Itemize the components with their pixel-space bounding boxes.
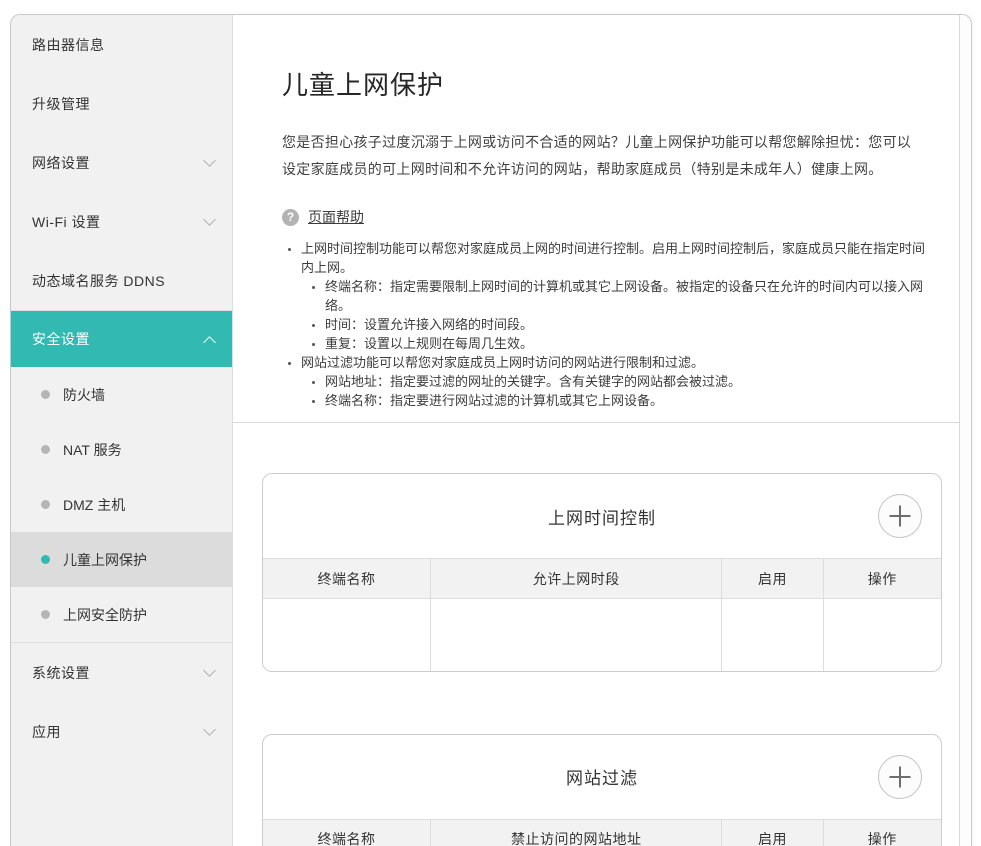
- question-icon: ?: [282, 209, 299, 226]
- sidebar-subitem-nat-service[interactable]: NAT 服务: [11, 422, 232, 477]
- sidebar-item-ddns[interactable]: 动态域名服务 DDNS: [11, 251, 232, 310]
- bullet-dot-icon: [41, 555, 50, 564]
- sidebar-item-upgrade[interactable]: 升级管理: [11, 74, 232, 133]
- sidebar-subitem-firewall[interactable]: 防火墙: [11, 367, 232, 422]
- help-subitem: 网站地址：指定要过滤的网址的关键字。含有关键字的网站都会被过滤。: [325, 372, 925, 391]
- sidebar-subitem-label: 防火墙: [63, 385, 105, 405]
- help-sublist: 终端名称：指定需要限制上网时间的计算机或其它上网设备。被指定的设备只在允许的时间…: [301, 277, 925, 353]
- sidebar-subitem-label: 上网安全防护: [63, 605, 147, 625]
- time-control-table: 终端名称 允许上网时段 启用 操作: [263, 558, 941, 671]
- empty-cell: [722, 599, 823, 671]
- bullet-dot-icon: [41, 610, 50, 619]
- help-bullet-list: 上网时间控制功能可以帮您对家庭成员上网的时间进行控制。启用上网时间控制后，家庭成…: [282, 239, 925, 410]
- add-time-rule-button[interactable]: [878, 494, 922, 538]
- website-filter-card-header: 网站过滤: [263, 735, 941, 819]
- sidebar-item-wifi-settings[interactable]: Wi-Fi 设置: [11, 192, 232, 251]
- sidebar-subitem-label: 儿童上网保护: [63, 550, 147, 570]
- chevron-down-icon: [203, 723, 216, 736]
- sidebar-item-label: 网络设置: [32, 153, 90, 173]
- sidebar-subitem-child-protection[interactable]: 儿童上网保护: [11, 532, 232, 587]
- sidebar: 路由器信息 升级管理 网络设置 Wi-Fi 设置 动态域名服务 DDNS 安全设…: [11, 15, 233, 846]
- column-header-actions: 操作: [823, 559, 941, 599]
- page-help-link[interactable]: 页面帮助: [308, 207, 364, 227]
- bullet-dot-icon: [41, 500, 50, 509]
- column-header-device-name: 终端名称: [263, 559, 430, 599]
- empty-cell: [430, 599, 722, 671]
- column-header-blocked-sites: 禁止访问的网站地址: [430, 819, 722, 846]
- column-header-enable: 启用: [722, 819, 823, 846]
- column-header-actions: 操作: [823, 819, 941, 846]
- column-header-allowed-time: 允许上网时段: [430, 559, 722, 599]
- table-header-row: 终端名称 禁止访问的网站地址 启用 操作: [263, 819, 941, 846]
- column-header-device-name: 终端名称: [263, 819, 430, 846]
- time-control-card-header: 上网时间控制: [263, 474, 941, 558]
- empty-cell: [263, 599, 430, 671]
- sidebar-subitem-online-security[interactable]: 上网安全防护: [11, 587, 232, 642]
- sidebar-item-label: 系统设置: [32, 663, 90, 683]
- section-divider: [233, 422, 959, 423]
- website-filter-card: 网站过滤 终端名称 禁止访问的网站地址 启用 操作: [262, 734, 942, 846]
- sidebar-item-network-settings[interactable]: 网络设置: [11, 133, 232, 192]
- sidebar-item-system-settings[interactable]: 系统设置: [11, 643, 232, 702]
- scrollbar-track[interactable]: [959, 15, 971, 846]
- help-item: 上网时间控制功能可以帮您对家庭成员上网的时间进行控制。启用上网时间控制后，家庭成…: [301, 239, 925, 353]
- empty-cell: [823, 599, 941, 671]
- main-content: 儿童上网保护 您是否担心孩子过度沉溺于上网或访问不合适的网站？儿童上网保护功能可…: [233, 15, 959, 846]
- page-help-row: ? 页面帮助: [282, 207, 925, 227]
- chevron-down-icon: [203, 664, 216, 677]
- website-filter-card-title: 网站过滤: [566, 764, 638, 789]
- bullet-dot-icon: [41, 390, 50, 399]
- help-subitem: 终端名称：指定要进行网站过滤的计算机或其它上网设备。: [325, 391, 925, 410]
- page-description: 您是否担心孩子过度沉溺于上网或访问不合适的网站？儿童上网保护功能可以帮您解除担忧…: [282, 129, 925, 183]
- router-admin-panel: 路由器信息 升级管理 网络设置 Wi-Fi 设置 动态域名服务 DDNS 安全设…: [10, 14, 972, 846]
- chevron-down-icon: [203, 213, 216, 226]
- sidebar-subitem-label: DMZ 主机: [63, 495, 125, 515]
- sidebar-subitem-dmz-host[interactable]: DMZ 主机: [11, 477, 232, 532]
- column-header-enable: 启用: [722, 559, 823, 599]
- sidebar-item-label: 升级管理: [32, 94, 90, 114]
- help-sublist: 网站地址：指定要过滤的网址的关键字。含有关键字的网站都会被过滤。 终端名称：指定…: [301, 372, 925, 410]
- chevron-down-icon: [203, 154, 216, 167]
- sidebar-item-label: 应用: [32, 722, 61, 742]
- help-subitem: 重复：设置以上规则在每周几生效。: [325, 334, 925, 353]
- help-item: 网站过滤功能可以帮您对家庭成员上网时访问的网站进行限制和过滤。 网站地址：指定要…: [301, 353, 925, 410]
- sidebar-item-label: Wi-Fi 设置: [32, 212, 101, 232]
- help-subitem: 终端名称：指定需要限制上网时间的计算机或其它上网设备。被指定的设备只在允许的时间…: [325, 277, 925, 315]
- help-subitem: 时间：设置允许接入网络的时间段。: [325, 315, 925, 334]
- page-title: 儿童上网保护: [282, 67, 925, 103]
- time-control-card-title: 上网时间控制: [548, 504, 656, 529]
- sidebar-item-apps[interactable]: 应用: [11, 702, 232, 761]
- sidebar-item-label: 动态域名服务 DDNS: [32, 271, 165, 291]
- time-control-card: 上网时间控制 终端名称 允许上网时段 启用 操作: [262, 473, 942, 672]
- sidebar-item-label: 安全设置: [32, 329, 90, 349]
- add-filter-rule-button[interactable]: [878, 755, 922, 799]
- bullet-dot-icon: [41, 445, 50, 454]
- sidebar-item-label: 路由器信息: [32, 35, 105, 55]
- chevron-up-icon: [203, 336, 216, 349]
- table-header-row: 终端名称 允许上网时段 启用 操作: [263, 559, 941, 599]
- help-item-text: 上网时间控制功能可以帮您对家庭成员上网的时间进行控制。启用上网时间控制后，家庭成…: [301, 241, 925, 275]
- empty-table-row: [263, 599, 941, 671]
- sidebar-item-router-info[interactable]: 路由器信息: [11, 15, 232, 74]
- sidebar-item-security-settings[interactable]: 安全设置: [11, 311, 232, 367]
- help-item-text: 网站过滤功能可以帮您对家庭成员上网时访问的网站进行限制和过滤。: [301, 355, 704, 370]
- website-filter-table: 终端名称 禁止访问的网站地址 启用 操作: [263, 819, 941, 846]
- sidebar-subitem-label: NAT 服务: [63, 440, 122, 460]
